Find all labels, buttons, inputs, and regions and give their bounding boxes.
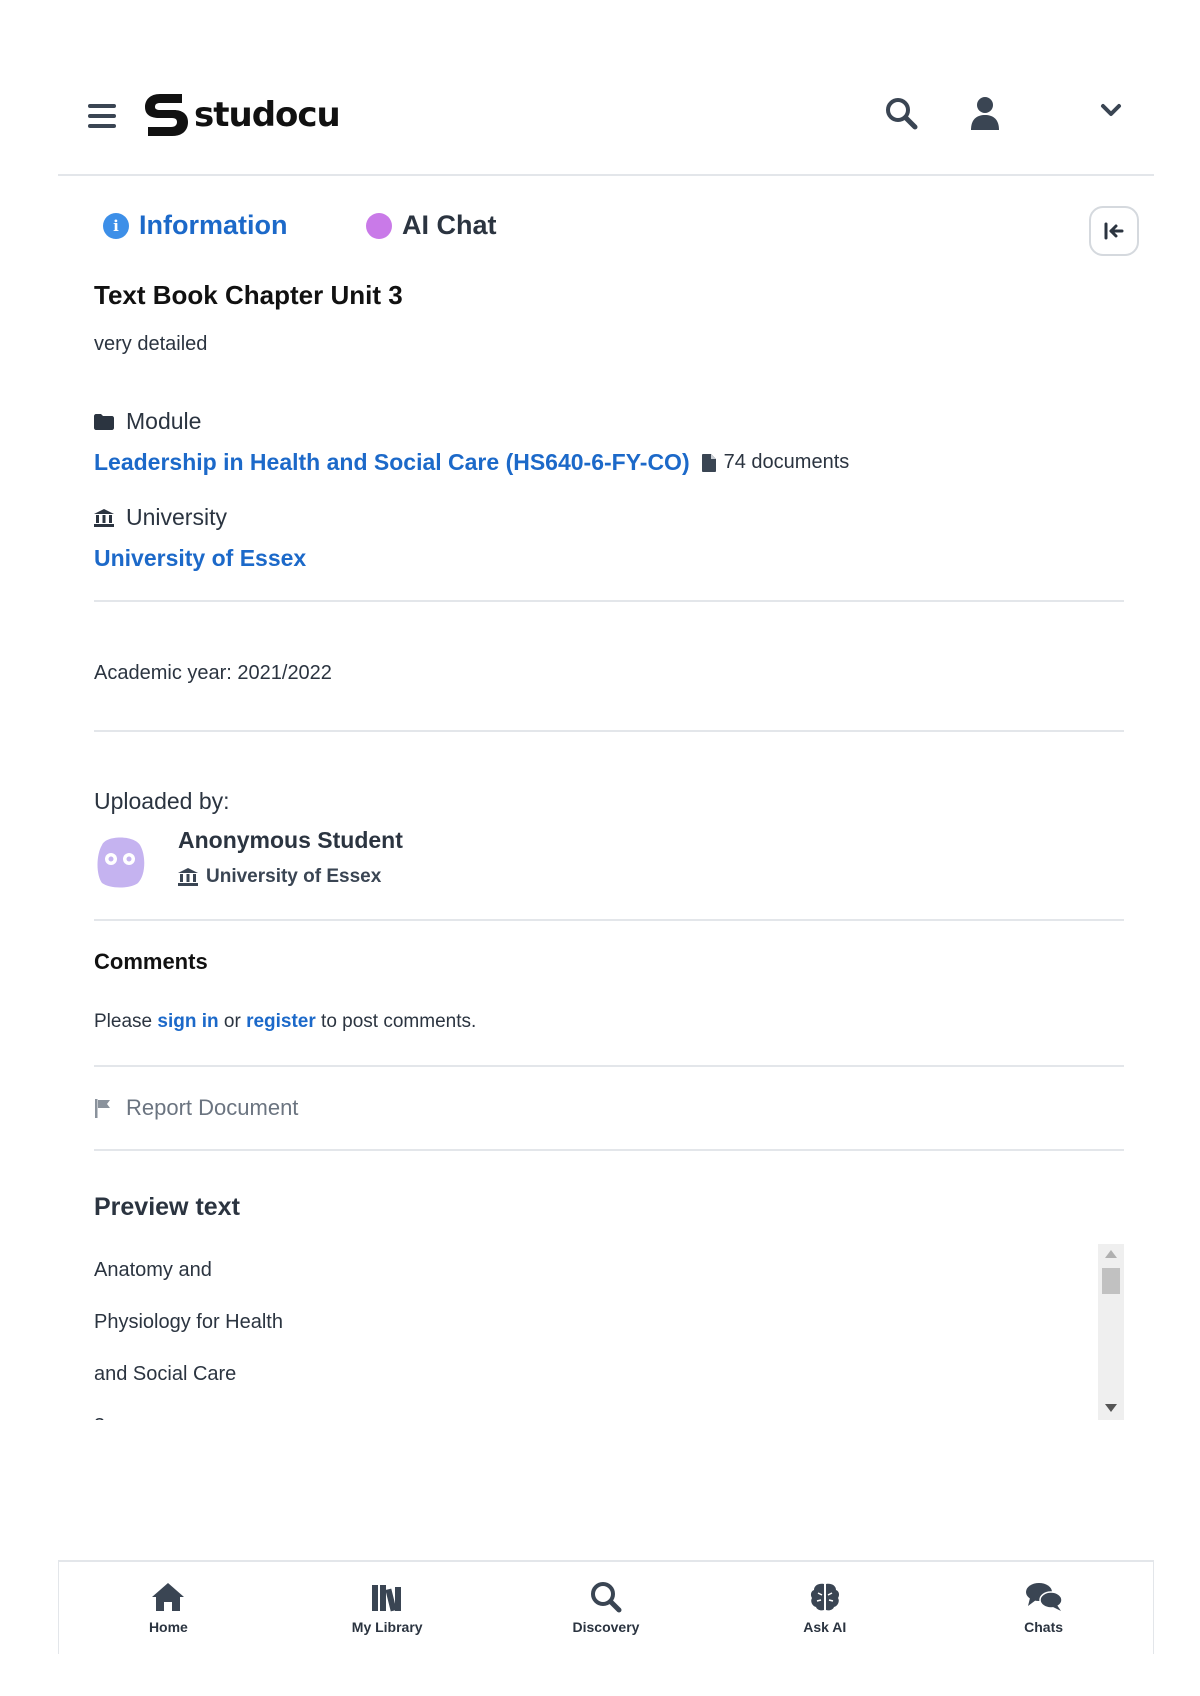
avatar[interactable] <box>94 831 146 891</box>
nav-my-library[interactable]: My Library <box>307 1581 467 1635</box>
university-icon <box>178 868 198 886</box>
nav-home-label: Home <box>148 1619 188 1635</box>
module-docs-text: 74 documents <box>723 451 850 473</box>
divider <box>94 730 1124 732</box>
studocu-logo-icon <box>145 94 188 136</box>
nav-home[interactable]: Home <box>88 1581 248 1635</box>
module-label: Module <box>126 408 202 434</box>
preview-line: Anatomy and <box>94 1259 212 1281</box>
preview-title: Preview text <box>94 1193 240 1221</box>
comments-note: Please sign in or register to post comme… <box>94 1011 1124 1033</box>
comments-suffix: to post comments. <box>315 1011 477 1032</box>
uploader-info: Anonymous Student University of Essex <box>178 827 403 888</box>
document-title: Text Book Chapter Unit 3 <box>94 280 403 310</box>
uploaded-by-title: Uploaded by: <box>94 788 230 814</box>
top-header: studocu <box>58 60 1154 176</box>
user-icon[interactable] <box>970 96 1000 130</box>
nav-chats-label: Chats <box>1024 1619 1064 1635</box>
university-icon <box>94 508 114 527</box>
uploader-university[interactable]: University of Essex <box>178 866 403 888</box>
preview-line: Physiology for Health <box>94 1311 283 1333</box>
comments-prefix: Please <box>94 1011 158 1032</box>
nav-ask-ai-label: Ask AI <box>803 1619 847 1635</box>
register-link[interactable]: register <box>246 1011 316 1032</box>
folder-icon <box>94 413 114 430</box>
uploader-card: Anonymous Student University of Essex <box>94 827 1124 891</box>
library-icon <box>372 1585 402 1612</box>
search-icon[interactable] <box>884 96 918 130</box>
sign-in-link[interactable]: sign in <box>157 1011 218 1032</box>
studocu-logo[interactable]: studocu <box>142 90 341 140</box>
preview-line: and Social Care <box>94 1363 237 1385</box>
university-label: University <box>126 504 227 530</box>
tab-information[interactable]: i Information <box>103 210 288 241</box>
chevron-down-icon[interactable] <box>1100 102 1122 118</box>
bottom-navigation: Home My Library Discovery Ask AI Chats <box>58 1560 1154 1654</box>
sidebar-tabs: i Information AI Chat <box>58 176 1154 272</box>
nav-discovery-label: Discovery <box>572 1619 640 1635</box>
brain-icon <box>810 1583 839 1611</box>
tab-ai-chat[interactable]: AI Chat <box>366 210 497 241</box>
report-document-label: Report Document <box>126 1095 299 1120</box>
nav-chats[interactable]: Chats <box>964 1581 1124 1635</box>
nav-discovery[interactable]: Discovery <box>526 1581 686 1635</box>
brand-name: studocu <box>194 95 341 135</box>
nav-ask-ai[interactable]: Ask AI <box>745 1581 905 1635</box>
ai-orb-icon <box>366 212 392 239</box>
scroll-down-arrow-icon[interactable] <box>1105 1404 1117 1412</box>
info-icon: i <box>103 212 129 239</box>
preview-scrollbar[interactable] <box>1098 1244 1124 1420</box>
chat-bubbles-icon <box>1025 1583 1063 1611</box>
comments-title: Comments <box>94 949 208 974</box>
divider <box>94 919 1124 921</box>
tab-information-label: Information <box>139 210 288 240</box>
module-row: Leadership in Health and Social Care (HS… <box>94 449 1124 476</box>
module-link[interactable]: Leadership in Health and Social Care (HS… <box>94 449 690 476</box>
nav-my-library-label: My Library <box>351 1619 423 1635</box>
scroll-up-arrow-icon[interactable] <box>1105 1250 1117 1258</box>
menu-icon[interactable] <box>88 104 116 128</box>
academic-year: Academic year: 2021/2022 <box>94 662 332 684</box>
uploader-name: Anonymous Student <box>178 827 403 853</box>
preview-line: 3 <box>94 1400 1124 1420</box>
uploader-university-name: University of Essex <box>206 866 382 887</box>
page-frame: studocu i Information AI Chat Text Book … <box>58 60 1154 1420</box>
document-icon <box>701 453 716 472</box>
module-label-row: Module <box>94 408 1124 435</box>
document-description: very detailed <box>94 333 208 355</box>
flag-icon <box>95 1099 110 1118</box>
university-link[interactable]: University of Essex <box>94 545 1124 572</box>
tab-ai-chat-label: AI Chat <box>402 210 497 240</box>
report-document-button[interactable]: Report Document <box>94 1067 1124 1149</box>
preview-text-box[interactable]: Anatomy and Physiology for Health and So… <box>94 1244 1124 1420</box>
information-panel: Text Book Chapter Unit 3 very detailed M… <box>58 280 1154 1420</box>
module-docs-count: 74 documents <box>701 451 850 474</box>
collapse-panel-button[interactable] <box>1089 206 1139 256</box>
university-label-row: University <box>94 504 1124 531</box>
divider <box>94 1149 1124 1151</box>
home-icon <box>152 1583 185 1611</box>
comments-middle: or <box>218 1011 247 1032</box>
collapse-left-icon <box>1104 222 1124 240</box>
search-icon <box>590 1582 622 1613</box>
scroll-thumb[interactable] <box>1102 1268 1120 1294</box>
